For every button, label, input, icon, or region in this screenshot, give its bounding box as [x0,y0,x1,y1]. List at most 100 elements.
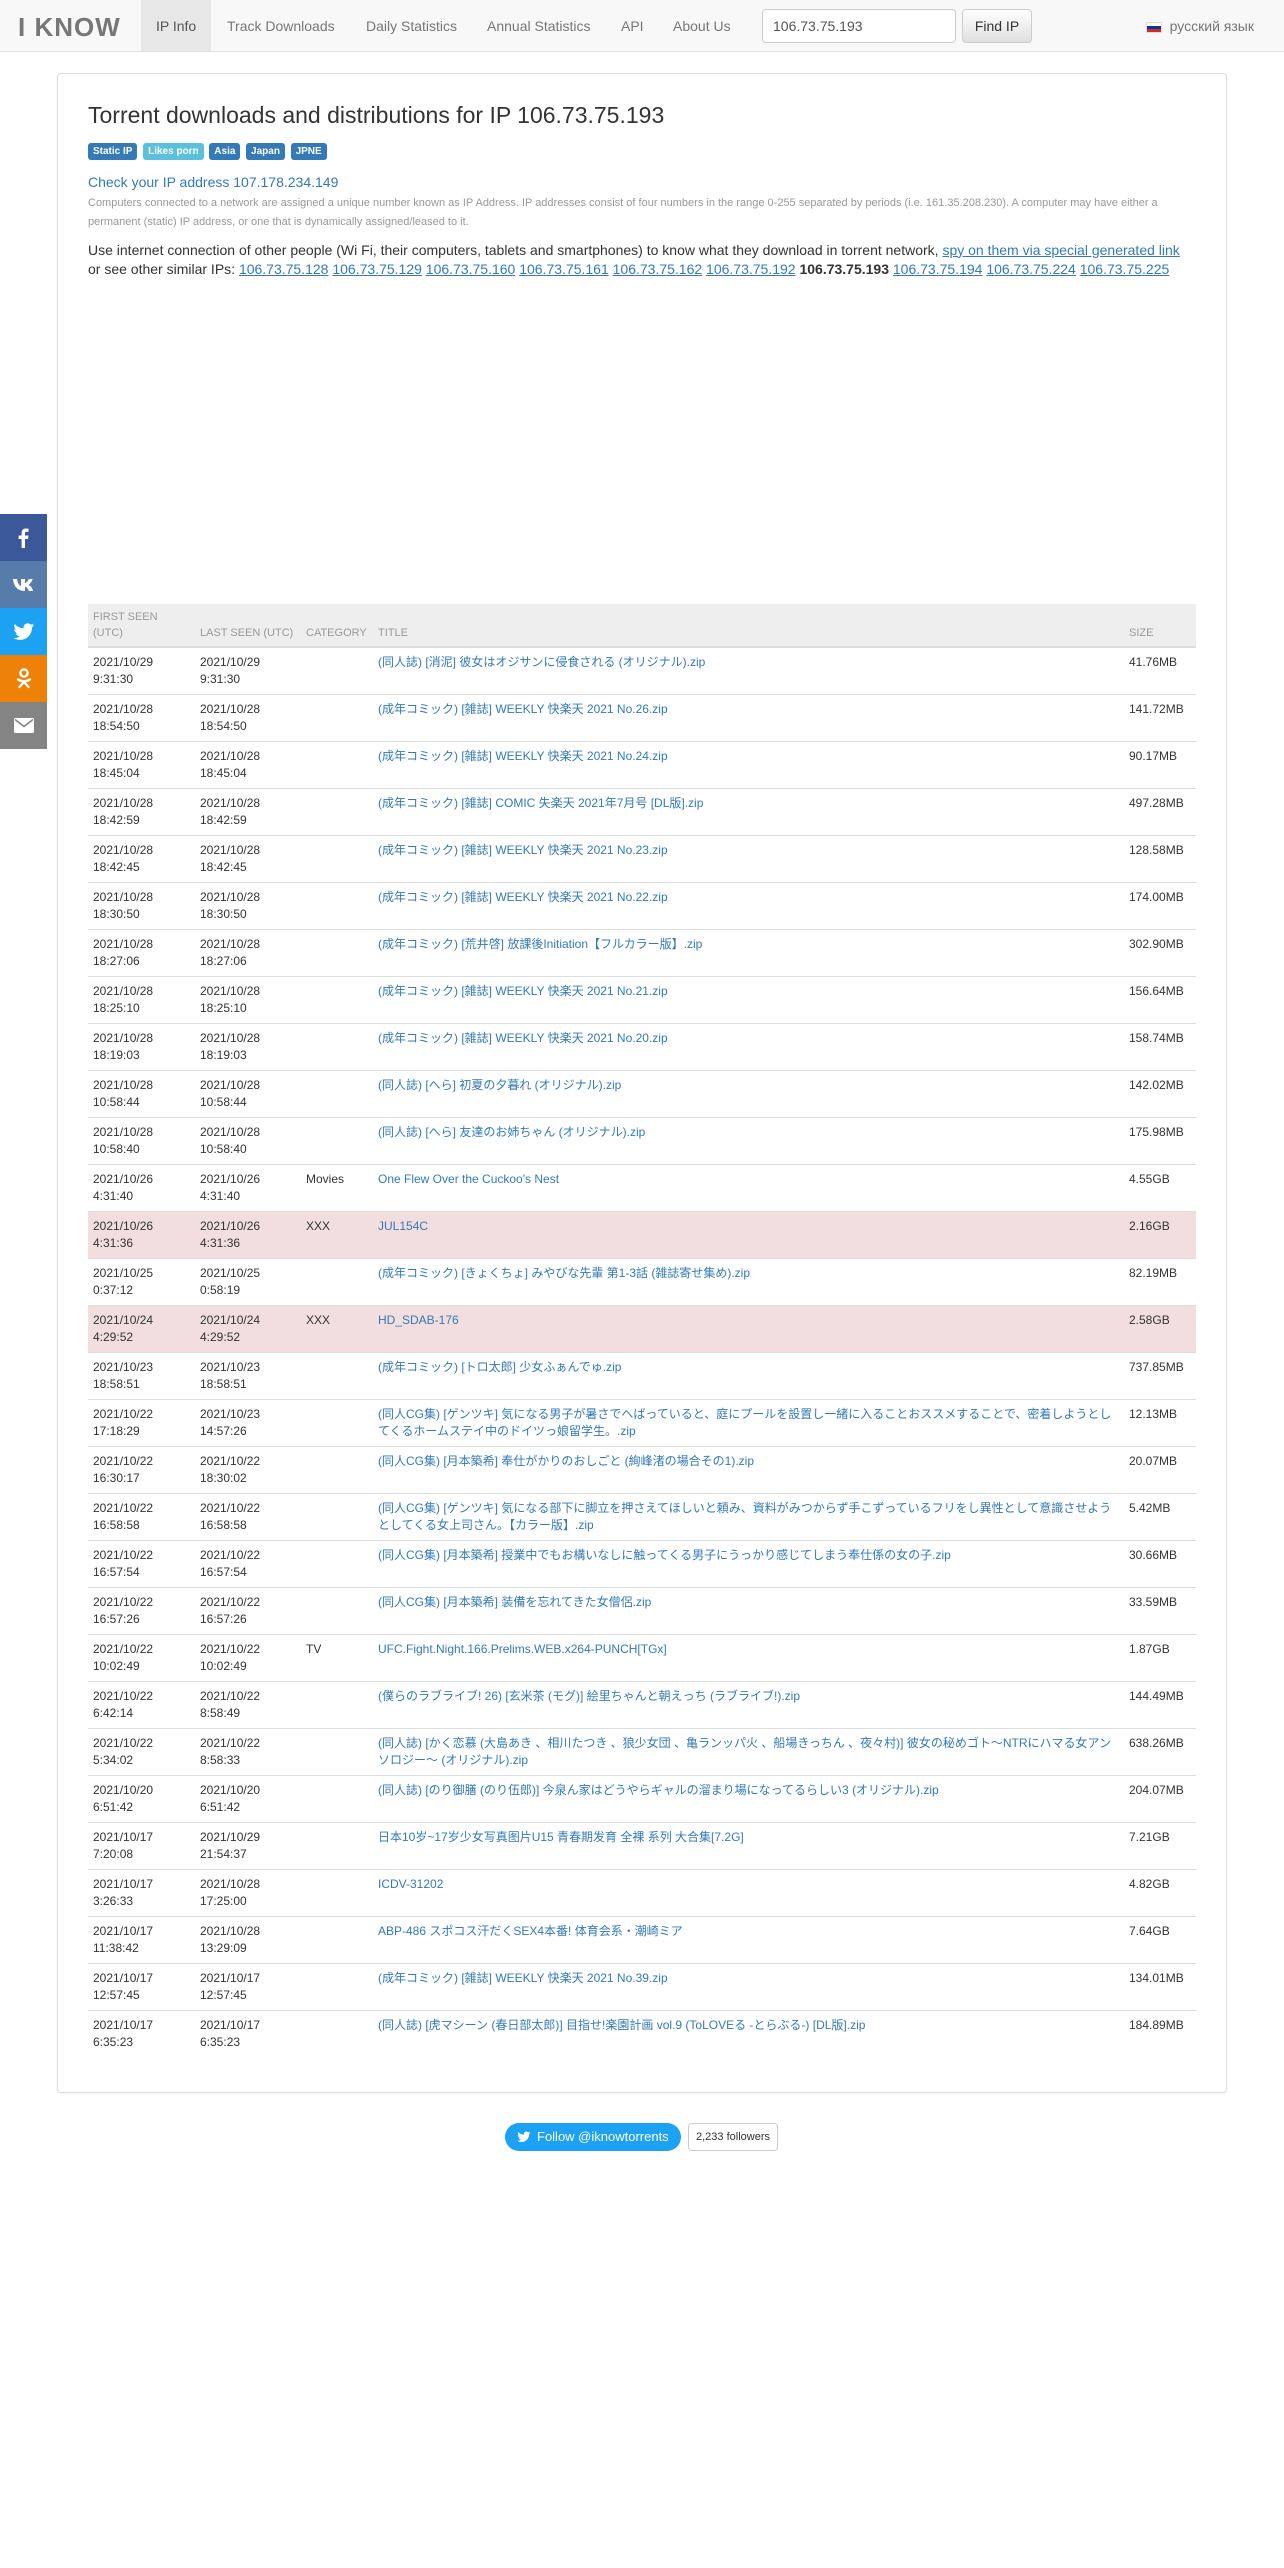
torrent-title-link[interactable]: (成年コミック) [トロ太郎] 少女ふぁんでゅ.zip [378,1360,621,1374]
nav-about-us[interactable]: About Us [658,0,746,51]
category-cell [301,646,373,695]
similar-ip-link[interactable]: 106.73.75.129 [332,261,422,277]
size-cell: 4.55GB [1124,1164,1196,1212]
table-row: 2021/10/17 7:20:08 2021/10/29 21:54:37 日本10岁… [88,1822,1196,1870]
first-seen-cell: 2021/10/28 18:42:59 [88,788,195,836]
torrent-title-link[interactable]: HD_SDAB-176 [378,1313,459,1327]
torrent-title-link[interactable]: (同人CG集) [月本築希] 奉仕がかりのおしごと (絢峰渚の場合その1).zi… [378,1454,754,1468]
first-seen-date: 2021/10/28 [93,749,154,763]
torrent-title-link[interactable]: (同人CG集) [ゲンツキ] 気になる部下に脚立を押さえてほしいと頼み、資料がみ… [378,1501,1111,1532]
last-seen-time: 17:25:00 [200,1894,247,1908]
torrent-title-link[interactable]: (成年コミック) [雑誌] WEEKLY 快楽天 2021 No.21.zip [378,984,668,998]
torrent-title-link[interactable]: (成年コミック) [荒井啓] 放課後Initiation【フルカラー版】.zip [378,937,702,951]
first-seen-time: 9:31:30 [93,672,134,686]
first-seen-date: 2021/10/28 [93,984,154,998]
title-cell: (成年コミック) [雑誌] WEEKLY 快楽天 2021 No.21.zip [373,976,1124,1024]
torrent-title-link[interactable]: ICDV-31202 [378,1877,443,1891]
last-seen-date: 2021/10/22 [200,1736,261,1750]
torrent-title-link[interactable]: (同人誌) [消泥] 彼女はオジサンに侵食される (オリジナル).zip [378,655,705,669]
torrent-title-link[interactable]: (同人誌) [へら] 友達のお姉ちゃん (オリジナル).zip [378,1125,645,1139]
nav-api[interactable]: API [606,0,659,51]
first-seen-cell: 2021/10/17 7:20:08 [88,1822,195,1870]
torrent-title-link[interactable]: (成年コミック) [雑誌] WEEKLY 快楽天 2021 No.24.zip [378,749,668,763]
last-seen-date: 2021/10/28 [200,1031,261,1045]
email-share[interactable] [0,702,47,749]
title-cell: UFC.Fight.Night.166.Prelims.WEB.x264-PUN… [373,1634,1124,1682]
torrent-title-link[interactable]: One Flew Over the Cuckoo's Nest [378,1172,559,1186]
first-seen-cell: 2021/10/28 18:25:10 [88,976,195,1024]
similar-ip-link[interactable]: 106.73.75.162 [613,261,703,277]
check-ip-link[interactable]: Check your IP address 107.178.234.149 [88,174,1196,190]
torrent-title-link[interactable]: (成年コミック) [雑誌] WEEKLY 快楽天 2021 No.39.zip [378,1971,668,1985]
brand-logo[interactable]: I KNOW [18,12,121,43]
odnoklassniki-share[interactable] [0,655,47,702]
last-seen-date: 2021/10/26 [200,1219,261,1233]
torrent-title-link[interactable]: ABP-486 スポコス汗だくSEX4本番! 体育会系・潮崎ミア [378,1924,683,1938]
title-cell: One Flew Over the Cuckoo's Nest [373,1164,1124,1212]
torrent-title-link[interactable]: JUL154C [378,1219,428,1233]
torrent-title-link[interactable]: (成年コミック) [きょくちょ] みやびな先輩 第1-3話 (雑誌寄せ集め).z… [378,1266,750,1280]
first-seen-cell: 2021/10/17 3:26:33 [88,1869,195,1917]
last-seen-cell: 2021/10/24 4:29:52 [195,1305,301,1353]
category-cell [301,1399,373,1447]
twitter-follower-count[interactable]: 2,233 followers [688,2123,778,2151]
similar-ip-link[interactable]: 106.73.75.224 [986,261,1076,277]
table-row: 2021/10/22 17:18:29 2021/10/23 14:57:26 (同人C… [88,1399,1196,1447]
torrent-title-link[interactable]: (僕らのラブライブ! 26) [玄米茶 (モグ)] 絵里ちゃんと朝えっち (ラブ… [378,1689,800,1703]
torrent-title-link[interactable]: (成年コミック) [雑誌] WEEKLY 快楽天 2021 No.20.zip [378,1031,668,1045]
language-label: русский язык [1169,18,1254,34]
torrent-title-link[interactable]: (同人CG集) [月本築希] 装備を忘れてきた女僧侶.zip [378,1595,651,1609]
first-seen-date: 2021/10/17 [93,2018,154,2032]
find-ip-button[interactable]: Find IP [962,9,1032,43]
first-seen-date: 2021/10/28 [93,890,154,904]
last-seen-time: 21:54:37 [200,1847,247,1861]
torrent-title-link[interactable]: (成年コミック) [雑誌] WEEKLY 快楽天 2021 No.22.zip [378,890,668,904]
similar-ip-link[interactable]: 106.73.75.128 [239,261,329,277]
facebook-share[interactable] [0,514,47,561]
nav-annual-statistics[interactable]: Annual Statistics [472,0,606,51]
similar-ip-link[interactable]: 106.73.75.192 [706,261,796,277]
torrent-title-link[interactable]: (同人誌) [のり御膳 (のり伍郎)] 今泉ん家はどうやらギャルの溜まり場になっ… [378,1783,939,1797]
language-switch[interactable]: русский язык [1145,0,1254,52]
torrent-title-link[interactable]: 日本10岁~17岁少女写真图片U15 青春期发育 全裸 系列 大合集[7.2G] [378,1830,744,1844]
nav-track-downloads[interactable]: Track Downloads [212,0,350,51]
size-cell: 142.02MB [1124,1070,1196,1118]
category-cell [301,1117,373,1165]
title-cell: (同人CG集) [月本築希] 装備を忘れてきた女僧侶.zip [373,1587,1124,1635]
table-row: 2021/10/17 12:57:45 2021/10/17 12:57:45 (成年コ… [88,1963,1196,2011]
ip-info-text: Computers connected to a network are ass… [88,196,1158,228]
torrent-title-link[interactable]: (同人CG集) [月本築希] 授業中でもお構いなしに触ってくる男子にうっかり感じ… [378,1548,951,1562]
torrent-title-link[interactable]: UFC.Fight.Night.166.Prelims.WEB.x264-PUN… [378,1642,667,1656]
torrent-title-link[interactable]: (同人誌) [へら] 初夏の夕暮れ (オリジナル).zip [378,1078,621,1092]
vk-share[interactable] [0,561,47,608]
table-row: 2021/10/28 18:19:03 2021/10/28 18:19:03 (成年コ… [88,1023,1196,1071]
torrent-title-link[interactable]: (成年コミック) [雑誌] COMIC 失楽天 2021年7月号 [DL版].z… [378,796,703,810]
size-cell: 184.89MB [1124,2010,1196,2058]
last-seen-cell: 2021/10/26 4:31:40 [195,1164,301,1212]
torrent-title-link[interactable]: (同人誌) [かく恋慕 (大島あき 、相川たつき 、狼少女団 、亀ランッパ火 、… [378,1736,1111,1767]
nav-ip-info[interactable]: IP Info [141,0,212,51]
last-seen-date: 2021/10/28 [200,749,261,763]
ip-search-input[interactable] [762,9,956,43]
torrent-title-link[interactable]: (成年コミック) [雑誌] WEEKLY 快楽天 2021 No.26.zip [378,702,668,716]
last-seen-date: 2021/10/28 [200,1078,261,1092]
nav-daily-statistics[interactable]: Daily Statistics [351,0,472,51]
similar-ip-link[interactable]: 106.73.75.161 [519,261,609,277]
first-seen-date: 2021/10/23 [93,1360,154,1374]
torrent-title-link[interactable]: (同人CG集) [ゲンツキ] 気になる男子が暑さでへばっていると、庭にプールを設… [378,1407,1111,1438]
odnoklassniki-icon [16,667,31,688]
first-seen-cell: 2021/10/24 4:29:52 [88,1305,195,1353]
first-seen-date: 2021/10/20 [93,1783,154,1797]
spy-link[interactable]: spy on them via special generated link [942,242,1179,258]
similar-ip-link[interactable]: 106.73.75.194 [893,261,983,277]
last-seen-cell: 2021/10/28 10:58:44 [195,1070,301,1118]
torrent-title-link[interactable]: (同人誌) [虎マシーン (春日部太郎)] 目指せ!楽園計画 vol.9 (To… [378,2018,865,2032]
title-cell: (同人誌) [虎マシーン (春日部太郎)] 目指せ!楽園計画 vol.9 (To… [373,2010,1124,2058]
last-seen-cell: 2021/10/22 16:57:26 [195,1587,301,1635]
similar-ip-link[interactable]: 106.73.75.225 [1080,261,1170,277]
title-cell: (成年コミック) [雑誌] COMIC 失楽天 2021年7月号 [DL版].z… [373,788,1124,836]
twitter-follow-button[interactable]: Follow @iknowtorrents [505,2123,681,2151]
similar-ip-link[interactable]: 106.73.75.160 [426,261,516,277]
torrent-title-link[interactable]: (成年コミック) [雑誌] WEEKLY 快楽天 2021 No.23.zip [378,843,668,857]
twitter-share[interactable] [0,608,47,655]
